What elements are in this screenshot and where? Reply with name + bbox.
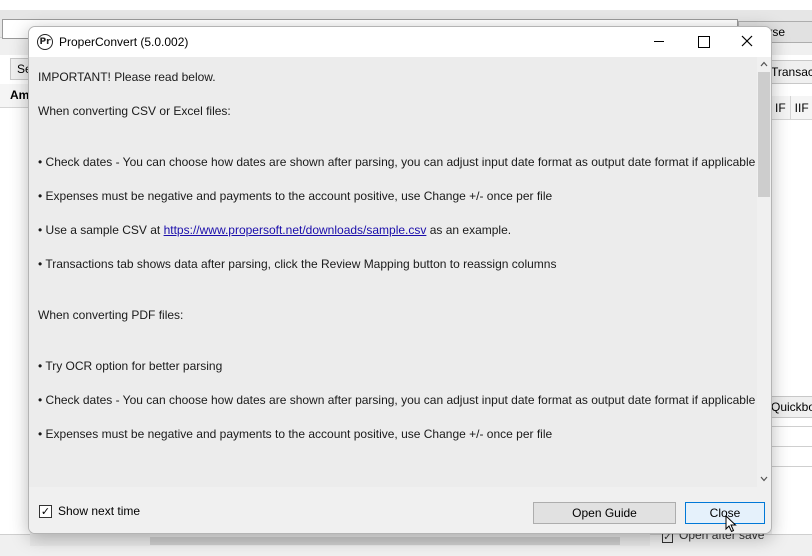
message-text-area[interactable]: IMPORTANT! Please read below. When conve… (29, 57, 771, 487)
background-divider (772, 466, 812, 467)
window-close-button[interactable] (726, 27, 770, 57)
scroll-up-arrow-icon[interactable] (760, 60, 768, 68)
close-icon (741, 35, 753, 47)
show-next-time-label[interactable]: Show next time (58, 504, 140, 518)
dialog-title: ProperConvert (5.0.002) (59, 35, 189, 49)
background-right-panel (772, 55, 812, 535)
csv-bullet-transactions: • Transactions tab shows data after pars… (38, 257, 557, 271)
minimize-button[interactable] (637, 27, 681, 57)
dialog-titlebar[interactable]: Pr ProperConvert (5.0.002) (29, 27, 771, 57)
background-format-iif[interactable]: IIF (789, 96, 812, 119)
message-text: IMPORTANT! Please read below. When conve… (38, 69, 756, 443)
background-divider (772, 446, 812, 447)
csv-bullet-sample: • Use a sample CSV at https://www.proper… (38, 222, 756, 239)
vertical-scrollbar[interactable] (757, 57, 771, 487)
pdf-heading: When converting PDF files: (38, 308, 184, 322)
sample-csv-link[interactable]: https://www.propersoft.net/downloads/sam… (164, 223, 427, 237)
dialog-footer: ✓ Show next time Open Guide Close (29, 487, 771, 533)
background-divider (772, 426, 812, 427)
background-horizontal-scroll-thumb[interactable] (150, 537, 620, 545)
background-format-header: IF IIF (770, 96, 812, 120)
csv-heading: When converting CSV or Excel files: (38, 104, 231, 118)
csv-bullet-dates: • Check dates - You can choose how dates… (38, 155, 756, 169)
open-guide-button[interactable]: Open Guide (533, 502, 676, 524)
app-icon: Pr (37, 34, 53, 50)
csv-bullet-sample-prefix: • Use a sample CSV at (38, 223, 164, 237)
pdf-bullet-dates: • Check dates - You can choose how dates… (38, 393, 756, 407)
important-notice: IMPORTANT! Please read below. (38, 70, 216, 84)
properconvert-dialog: Pr ProperConvert (5.0.002) IMPORTANT! Pl… (28, 26, 772, 534)
pdf-bullet-expenses: • Expenses must be negative and payments… (38, 427, 553, 441)
background-top (0, 0, 812, 10)
background-format-if[interactable]: IF (770, 96, 790, 119)
background-column-header: Am (0, 84, 30, 108)
maximize-button[interactable] (681, 27, 725, 57)
scroll-down-arrow-icon[interactable] (760, 475, 768, 483)
background-left-panel (0, 55, 30, 535)
mouse-cursor-icon (725, 515, 737, 533)
csv-bullet-sample-suffix: as an example. (426, 223, 512, 237)
show-next-time-checkbox[interactable]: ✓ (39, 505, 52, 518)
csv-bullet-expenses: • Expenses must be negative and payments… (38, 189, 553, 203)
pdf-bullet-ocr: • Try OCR option for better parsing (38, 359, 223, 373)
vertical-scroll-thumb[interactable] (758, 72, 770, 197)
